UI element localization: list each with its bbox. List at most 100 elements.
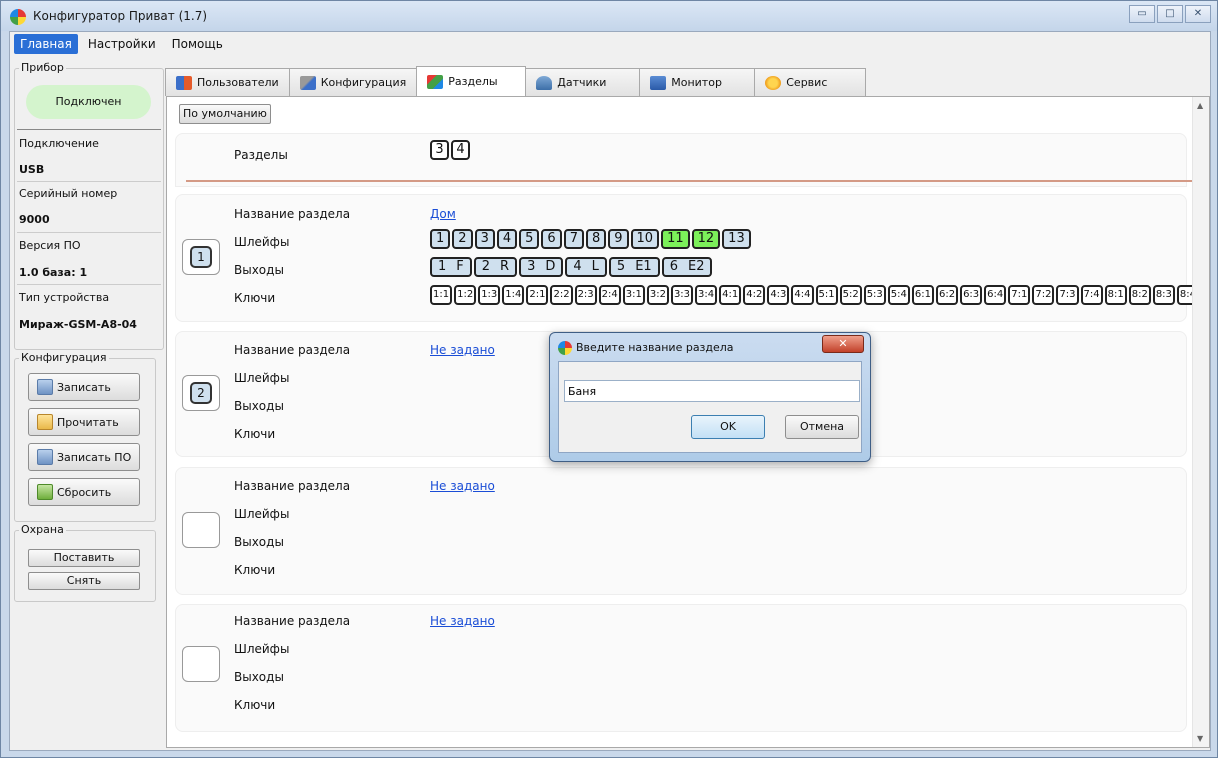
key-chip[interactable]: 6:3 — [960, 285, 983, 305]
section-number-box[interactable]: 2 — [182, 375, 220, 411]
key-chip[interactable]: 7:2 — [1032, 285, 1055, 305]
section-card-3: Название раздела Не задано Шлейфы Выходы… — [175, 467, 1187, 595]
keys-label: Ключи — [234, 698, 276, 712]
close-window-button[interactable]: ✕ — [1185, 5, 1211, 23]
minimize-button[interactable]: ▭ — [1129, 5, 1155, 23]
scroll-down-icon[interactable]: ▼ — [1197, 734, 1203, 743]
key-chip[interactable]: 1:2 — [454, 285, 477, 305]
menu-help[interactable]: Помощь — [166, 34, 229, 54]
tab-service[interactable]: Сервис — [754, 68, 867, 96]
dialog-close-button[interactable]: ✕ — [822, 335, 864, 353]
section-name-link[interactable]: Дом — [430, 207, 456, 221]
section-card-4: Название раздела Не задано Шлейфы Выходы… — [175, 604, 1187, 732]
key-chip[interactable]: 7:1 — [1008, 285, 1031, 305]
key-chip[interactable]: 8:1 — [1104, 285, 1127, 305]
output-chip[interactable]: 2R — [473, 257, 518, 277]
config-group: Конфигурация Записать Прочитать Записать… — [14, 351, 156, 522]
key-chip[interactable]: 8:3 — [1152, 285, 1175, 305]
key-chip[interactable]: 4:3 — [767, 285, 790, 305]
key-chip[interactable]: 5:4 — [887, 285, 910, 305]
key-chip[interactable]: 2:2 — [550, 285, 573, 305]
key-chip[interactable]: 3:1 — [622, 285, 645, 305]
section-name-link[interactable]: Не задано — [430, 343, 495, 357]
maximize-button[interactable]: □ — [1157, 5, 1183, 23]
reset-button[interactable]: Сбросить — [28, 478, 140, 506]
loop-chip[interactable]: 10 — [630, 229, 660, 249]
output-chip[interactable]: 3D — [519, 257, 564, 277]
write-button[interactable]: Записать — [28, 373, 140, 401]
key-chip[interactable]: 7:4 — [1080, 285, 1103, 305]
key-chip[interactable]: 8:2 — [1128, 285, 1151, 305]
loop-chip[interactable]: 13 — [722, 229, 751, 249]
output-number: 4 — [573, 259, 582, 274]
key-chip[interactable]: 4:1 — [719, 285, 742, 305]
section-number-box[interactable] — [182, 512, 220, 548]
key-chip[interactable]: 6:2 — [935, 285, 959, 305]
section-name-link[interactable]: Не задано — [430, 614, 495, 628]
loop-chip[interactable]: 11 — [661, 229, 690, 249]
disarm-button[interactable]: Снять — [28, 572, 140, 590]
floppy-disk-icon — [37, 449, 53, 465]
key-chip[interactable]: 1:4 — [502, 285, 525, 305]
key-chip[interactable]: 2:4 — [598, 285, 621, 305]
section-name-link[interactable]: Не задано — [430, 479, 495, 493]
connection-label: Подключение — [19, 137, 99, 150]
output-code: D — [545, 259, 556, 274]
output-chip[interactable]: 5 E1 — [608, 257, 660, 277]
arm-button[interactable]: Поставить — [28, 549, 140, 567]
key-chip[interactable]: 5:3 — [863, 285, 886, 305]
key-chip[interactable]: 2:1 — [526, 285, 549, 305]
loop-chip[interactable]: 9 — [608, 229, 629, 249]
partition-chip[interactable]: 3 — [430, 140, 449, 160]
loop-chip[interactable]: 7 — [563, 229, 584, 249]
partition-chip[interactable]: 4 — [451, 140, 470, 160]
defaults-button[interactable]: По умолчанию — [179, 104, 271, 124]
key-chip[interactable]: 5:2 — [839, 285, 862, 305]
loop-chip[interactable]: 6 — [541, 229, 562, 249]
tab-sensors[interactable]: Датчики — [525, 68, 641, 96]
section-name-label: Название раздела — [234, 207, 351, 221]
tab-partitions[interactable]: Разделы — [416, 66, 527, 96]
write-firmware-button[interactable]: Записать ПО — [28, 443, 140, 471]
key-chip[interactable]: 3:2 — [646, 285, 669, 305]
loop-chip[interactable]: 3 — [474, 229, 495, 249]
device-type-value: Мираж-GSM-A8-04 — [19, 318, 137, 331]
output-number: 1 — [438, 259, 447, 274]
loop-chip[interactable]: 5 — [519, 229, 540, 249]
reset-arrow-icon — [37, 484, 53, 500]
key-chip[interactable]: 4:2 — [743, 285, 766, 305]
section-name-input[interactable] — [564, 380, 860, 402]
section-number-box[interactable]: 1 — [182, 239, 220, 275]
output-chip[interactable]: 6 E2 — [661, 257, 713, 277]
key-chip[interactable]: 7:3 — [1056, 285, 1079, 305]
ok-button[interactable]: OK — [691, 415, 765, 439]
tab-users[interactable]: Пользователи — [165, 68, 290, 96]
section-number-box[interactable] — [182, 646, 220, 682]
loop-chip[interactable]: 1 — [430, 229, 451, 249]
loop-chip[interactable]: 12 — [691, 229, 721, 249]
key-chip[interactable]: 3:4 — [695, 285, 718, 305]
key-chip[interactable]: 5:1 — [815, 285, 838, 305]
loop-chip[interactable]: 8 — [585, 229, 607, 249]
tab-configuration[interactable]: Конфигурация — [288, 68, 418, 96]
key-chip[interactable]: 1:1 — [430, 285, 453, 305]
key-chip[interactable]: 2:3 — [574, 285, 597, 305]
menu-settings[interactable]: Настройки — [82, 34, 162, 54]
key-chip[interactable]: 6:4 — [984, 285, 1007, 305]
key-chip[interactable]: 4:4 — [791, 285, 814, 305]
output-chip[interactable]: 4L — [565, 257, 607, 277]
loop-chip[interactable]: 2 — [452, 229, 473, 249]
section-name-label: Название раздела — [234, 343, 351, 357]
vertical-scrollbar[interactable]: ▲ ▼ — [1192, 97, 1209, 747]
key-chip[interactable]: 6:1 — [911, 285, 934, 305]
menu-main[interactable]: Главная — [14, 34, 78, 54]
read-button[interactable]: Прочитать — [28, 408, 140, 436]
key-chip[interactable]: 3:3 — [670, 285, 694, 305]
output-chip[interactable]: 1F — [430, 257, 472, 277]
tab-monitor[interactable]: Монитор — [639, 68, 756, 96]
cancel-button[interactable]: Отмена — [785, 415, 859, 439]
loops-label: Шлейфы — [234, 371, 290, 385]
scroll-up-icon[interactable]: ▲ — [1197, 101, 1203, 110]
loop-chip[interactable]: 4 — [496, 229, 518, 249]
key-chip[interactable]: 1:3 — [478, 285, 501, 305]
